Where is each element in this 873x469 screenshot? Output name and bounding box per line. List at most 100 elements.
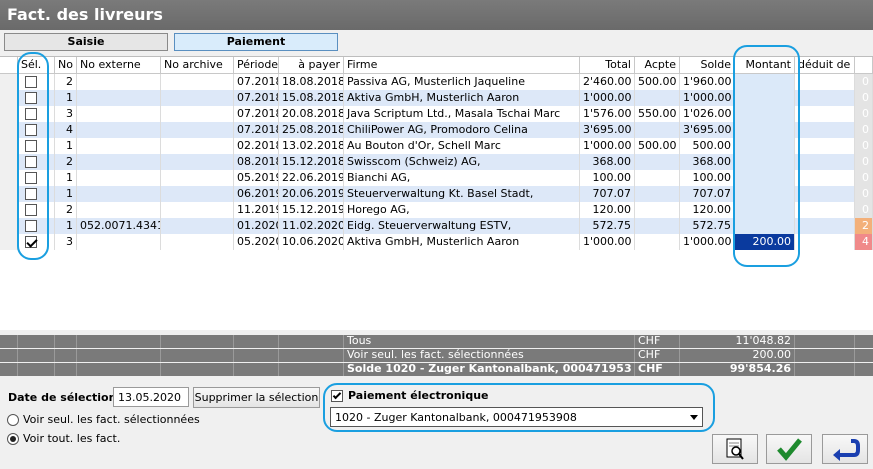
row-select-checkbox[interactable] bbox=[25, 140, 37, 152]
cell-ext bbox=[77, 234, 161, 250]
totals-empty-cell bbox=[77, 363, 161, 376]
print-preview-button[interactable] bbox=[712, 434, 758, 464]
row-header[interactable] bbox=[0, 154, 18, 170]
row-header[interactable] bbox=[0, 122, 18, 138]
cell-empty bbox=[161, 74, 234, 90]
cell-periode: 07.2018 bbox=[234, 106, 279, 122]
row-select-checkbox[interactable] bbox=[25, 108, 37, 120]
table-row[interactable]: 2 11.2019 15.12.2019 Horego AG, 120.00 120.00… bbox=[0, 202, 873, 218]
row-header[interactable] bbox=[0, 234, 18, 250]
cell-montant[interactable] bbox=[735, 106, 795, 122]
totals-empty-cell bbox=[795, 335, 855, 348]
col-header-periode[interactable]: Période bbox=[234, 57, 279, 74]
totals-empty-cell bbox=[0, 363, 18, 376]
tab-paiement[interactable]: Paiement bbox=[174, 33, 338, 51]
cell-montant[interactable] bbox=[735, 138, 795, 154]
row-select-checkbox[interactable] bbox=[25, 124, 37, 136]
row-select-checkbox[interactable] bbox=[25, 172, 37, 184]
tab-saisie[interactable]: Saisie bbox=[4, 33, 168, 51]
row-header[interactable] bbox=[0, 186, 18, 202]
cell-montant[interactable]: 200.00 bbox=[735, 234, 795, 250]
totals-empty-cell bbox=[55, 335, 77, 348]
row-header[interactable] bbox=[0, 74, 18, 90]
totals-currency: CHF bbox=[635, 349, 680, 362]
table-row[interactable]: 1 05.2019 22.06.2019 Bianchi AG, 100.00 100.0… bbox=[0, 170, 873, 186]
cell-solde: 3'695.00 bbox=[680, 122, 735, 138]
cell-solde: 100.00 bbox=[680, 170, 735, 186]
totals-label: Tous bbox=[344, 335, 635, 348]
cell-montant[interactable] bbox=[735, 202, 795, 218]
cell-periode: 08.2018 bbox=[234, 154, 279, 170]
cell-periode: 02.2018 bbox=[234, 138, 279, 154]
table-row[interactable]: 1 07.2018 15.08.2018 Aktiva GmbH, Musterlic… bbox=[0, 90, 873, 106]
row-select-checkbox[interactable] bbox=[25, 156, 37, 168]
row-header[interactable] bbox=[0, 202, 18, 218]
cell-empty bbox=[795, 170, 855, 186]
cell-deduit-de: 0 bbox=[855, 74, 873, 90]
cell-total: 1'000.00 bbox=[580, 138, 635, 154]
row-select-checkbox[interactable] bbox=[25, 220, 37, 232]
row-select-checkbox[interactable] bbox=[25, 188, 37, 200]
radio-selected-only[interactable] bbox=[7, 414, 19, 426]
col-header-deduit-de[interactable]: déduit de bbox=[795, 57, 855, 74]
row-select-checkbox[interactable] bbox=[25, 204, 37, 216]
table-row[interactable]: 1 02.2018 13.02.2018 Au Bouton d'Or, Schell… bbox=[0, 138, 873, 154]
row-header[interactable] bbox=[0, 218, 18, 234]
row-header[interactable] bbox=[0, 106, 18, 122]
col-header-sel[interactable]: Sél. bbox=[18, 57, 55, 74]
cell-total: 120.00 bbox=[580, 202, 635, 218]
row-header[interactable] bbox=[0, 138, 18, 154]
col-header-montant[interactable]: Montant bbox=[735, 57, 795, 74]
cell-firme: Java Scriptum Ltd., Masala Tschai Marc bbox=[344, 106, 580, 122]
row-header[interactable] bbox=[0, 170, 18, 186]
totals-label: Voir seul. les fact. sélectionnées bbox=[344, 349, 635, 362]
cell-montant[interactable] bbox=[735, 218, 795, 234]
col-header-acpte[interactable]: Acpte bbox=[635, 57, 680, 74]
col-header-no-archive[interactable]: No archive bbox=[161, 57, 234, 74]
table-row[interactable]: 2 07.2018 18.08.2018 Passiva AG, Musterlich… bbox=[0, 74, 873, 90]
cell-no: 1 bbox=[55, 186, 77, 202]
cell-firme: ChiliPower AG, Promodoro Celina bbox=[344, 122, 580, 138]
col-header-no-externe[interactable]: No externe bbox=[77, 57, 161, 74]
epay-checkbox[interactable] bbox=[331, 390, 343, 402]
table-row[interactable]: 2 08.2018 15.12.2018 Swisscom (Schweiz) AG,… bbox=[0, 154, 873, 170]
table-row[interactable]: 1 06.2019 20.06.2019 Steuerverwaltung Kt. B… bbox=[0, 186, 873, 202]
row-select-checkbox[interactable] bbox=[25, 76, 37, 88]
cell-solde: 1'960.00 bbox=[680, 74, 735, 90]
return-button[interactable] bbox=[822, 434, 868, 464]
row-header[interactable] bbox=[0, 90, 18, 106]
col-header-firme[interactable]: Firme bbox=[344, 57, 580, 74]
clear-selection-button[interactable]: Supprimer la sélection bbox=[193, 387, 320, 408]
cell-montant[interactable] bbox=[735, 170, 795, 186]
chevron-down-icon[interactable] bbox=[690, 415, 698, 420]
cell-montant[interactable] bbox=[735, 122, 795, 138]
table-row[interactable]: 4 07.2018 25.08.2018 ChiliPower AG, Promodo… bbox=[0, 122, 873, 138]
table-row[interactable]: 3 05.2020 10.06.2020 Aktiva GmbH, Musterlic… bbox=[0, 234, 873, 250]
account-select-value: 1020 - Zuger Kantonalbank, 000471953908 bbox=[335, 411, 577, 424]
confirm-button[interactable] bbox=[766, 434, 812, 464]
col-header-a-payer[interactable]: à payer bbox=[279, 57, 344, 74]
cell-apayer: 25.08.2018 bbox=[279, 122, 344, 138]
radio-selected-only-label: Voir seul. les fact. sélectionnées bbox=[23, 413, 200, 426]
cell-montant[interactable] bbox=[735, 74, 795, 90]
table-row[interactable]: 3 07.2018 20.08.2018 Java Scriptum Ltd., Ma… bbox=[0, 106, 873, 122]
row-select-checkbox[interactable] bbox=[25, 92, 37, 104]
row-select-checkbox[interactable] bbox=[25, 236, 37, 248]
col-header-total[interactable]: Total bbox=[580, 57, 635, 74]
account-select[interactable]: 1020 - Zuger Kantonalbank, 000471953908 bbox=[330, 407, 703, 427]
date-selection-input[interactable]: 13.05.2020 bbox=[113, 387, 189, 407]
cell-apayer: 15.08.2018 bbox=[279, 90, 344, 106]
col-header-solde[interactable]: Solde bbox=[680, 57, 735, 74]
cell-apayer: 22.06.2019 bbox=[279, 170, 344, 186]
cell-periode: 07.2018 bbox=[234, 90, 279, 106]
cell-montant[interactable] bbox=[735, 154, 795, 170]
table-row[interactable]: 1 052.0071.4341 01.2020 11.02.2020 Eidg. Ste… bbox=[0, 218, 873, 234]
window-title: Fact. des livreurs bbox=[0, 0, 873, 30]
radio-all-invoices[interactable] bbox=[7, 433, 19, 445]
cell-montant[interactable] bbox=[735, 186, 795, 202]
col-header-no[interactable]: No bbox=[55, 57, 77, 74]
cell-deduit-de: 2 bbox=[855, 218, 873, 234]
cell-no: 1 bbox=[55, 90, 77, 106]
cell-empty bbox=[795, 106, 855, 122]
cell-montant[interactable] bbox=[735, 90, 795, 106]
